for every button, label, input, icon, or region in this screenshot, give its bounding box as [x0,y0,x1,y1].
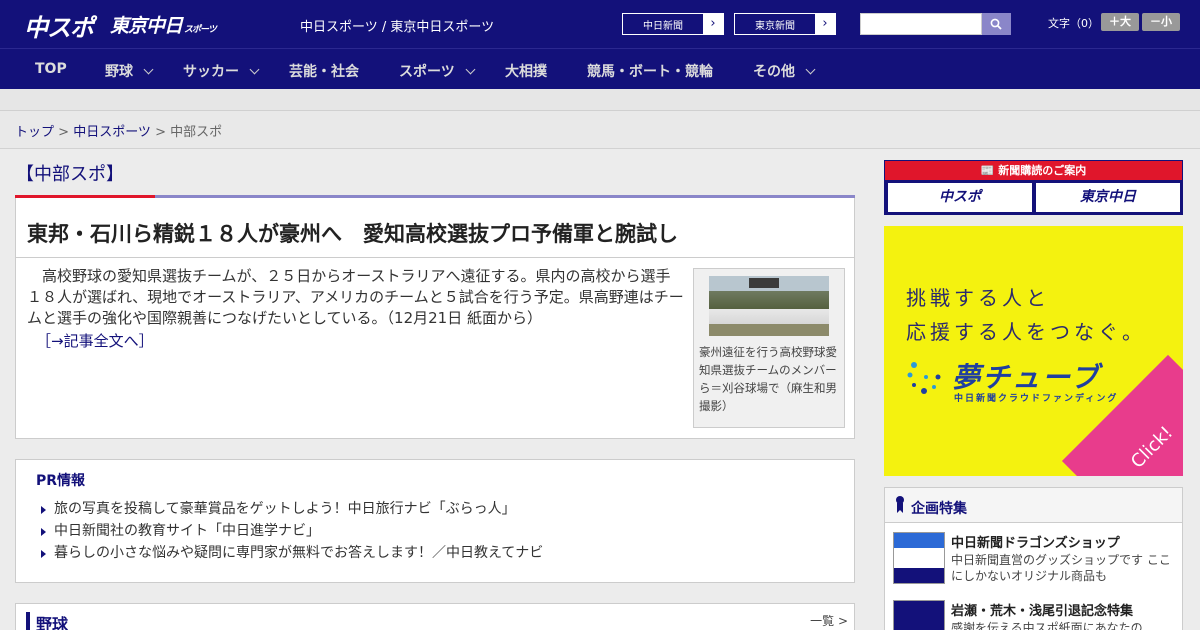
nav-label: 競馬・ボート・競輪 [587,64,713,80]
chevron-down-icon [465,64,476,75]
photo-caption: 豪州遠征を行う高校野球愛知県選抜チームのメンバーら＝刈谷球場で（麻生和男撮影） [699,345,837,413]
tokyo-chunichi-logo[interactable]: 東京中日 スポーツ [110,11,217,38]
newspaper-icon: 📰 [980,164,999,177]
special-features-box: 企画特集 中日新聞ドラゴンズショップ 中日新聞直営のグッズショップです ここにし… [884,487,1183,630]
feature-title: 中日新聞ドラゴンズショップ [951,536,1120,551]
breadcrumb-section[interactable]: 中日スポーツ [73,125,151,140]
nav-label: 野球 [105,64,133,80]
font-larger-button[interactable]: ＋大 [1101,13,1139,31]
article-headline[interactable]: 東邦・石川ら精鋭１８人が豪州へ 愛知高校選抜プロ予備軍と腕試し [27,218,678,248]
nav-item-top[interactable]: TOP [35,61,67,77]
nav-item-sports[interactable]: スポーツ [399,61,476,81]
chunichi-shimbun-button[interactable]: 中日新聞 › [622,13,724,35]
retirement-feature-thumbnail [893,600,945,630]
pr-list: 旅の写真を投稿して豪華賞品をゲットしよう！中日旅行ナビ「ぶらっ人」 中日新聞社の… [40,498,543,564]
search-icon [990,18,1002,30]
nav-label: サッカー [183,64,239,80]
nav-item-baseball[interactable]: 野球 [105,61,154,81]
nav-label: その他 [753,64,795,80]
subscribe-chuspo-button[interactable]: 中スポ [888,183,1032,212]
font-size-label: 文字（0） [1048,17,1099,30]
nav-label: 芸能・社会 [289,64,359,80]
nav-item-racing[interactable]: 競馬・ボート・競輪 [587,61,713,81]
headline-divider [16,257,854,258]
breadcrumb-bar: トップ > 中日スポーツ > 中部スポ [0,111,1200,149]
chevron-right-icon: › [703,14,723,34]
search-input[interactable] [860,13,982,35]
nav-label: TOP [35,61,67,77]
chevron-right-icon: › [815,14,835,34]
pr-title: PR情報 [36,473,86,489]
chuspo-logo[interactable]: 中スポ [24,8,94,43]
breadcrumb-top[interactable]: トップ [15,125,54,140]
article-summary: 高校野球の愛知県選抜チームが、２５日からオーストラリアへ遠征する。県内の高校から… [27,267,684,327]
breadcrumb: トップ > 中日スポーツ > 中部スポ [15,121,222,140]
chevron-down-icon [143,64,154,75]
article-photo-box: 豪州遠征を行う高校野球愛知県選抜チームのメンバーら＝刈谷球場で（麻生和男撮影） [693,268,845,428]
divider-strip [0,89,1200,111]
top-header: 中スポ 東京中日 スポーツ 中日スポーツ / 東京中日スポーツ 中日新聞 › 東京… [0,0,1200,48]
ribbon-icon [896,496,904,513]
baseball-section-label: 野球 [36,615,69,630]
feature-title: 岩瀬・荒木・浅尾引退記念特集 [951,604,1134,619]
pr-info-box: PR情報 旅の写真を投稿して豪華賞品をゲットしよう！中日旅行ナビ「ぶらっ人」 中… [15,459,855,583]
search-button[interactable] [982,13,1011,35]
yume-tube-ad-banner[interactable]: 挑戦する人と 応援する人をつなぐ。 夢チューブ 中日新聞クラウドファンディング … [884,226,1183,476]
site-name-link[interactable]: 中日スポーツ / 東京中日スポーツ [300,16,494,35]
special-features-title: 企画特集 [911,501,967,517]
breadcrumb-current: 中部スポ [170,125,223,140]
special-features-header: 企画特集 [885,488,1182,523]
nav-label: スポーツ [399,64,455,80]
subscription-box: 📰 新聞購読のご案内 中スポ 東京中日 [884,160,1183,215]
nav-item-others[interactable]: その他 [753,61,816,81]
font-smaller-button[interactable]: －小 [1142,13,1180,31]
main-nav: TOP 野球 サッカー 芸能・社会 スポーツ 大相撲 競馬・ボート・競輪 その他 [0,48,1200,89]
pr-item[interactable]: 中日新聞社の教育サイト「中日進学ナビ」 [40,520,543,542]
nav-label: 大相撲 [505,64,547,80]
ad-line2: 応援する人をつなぐ。 [906,320,1146,344]
read-full-article-link[interactable]: ［→記事全文へ］ [36,330,154,351]
dragons-shop-thumbnail [893,532,945,584]
breadcrumb-sep: > [54,125,74,140]
nav-item-soccer[interactable]: サッカー [183,61,260,81]
article-card: 東邦・石川ら精鋭１８人が豪州へ 愛知高校選抜プロ予備軍と腕試し 高校野球の愛知県… [15,198,855,439]
breadcrumb-sep: > [150,125,171,140]
tokyo-logo-small: スポーツ [184,25,217,35]
dots-logo-icon [907,362,941,394]
section-title: 【中部スポ】 [16,164,124,185]
ad-brand: 夢チューブ [952,361,1101,394]
subscription-title-text: 新聞購読のご案内 [998,164,1087,177]
chunichi-shimbun-label: 中日新聞 [643,21,683,32]
subscribe-tokyo-chunichi-button[interactable]: 東京中日 [1036,183,1180,212]
pr-item[interactable]: 暮らしの小さな悩みや疑問に専門家が無料でお答えします！／中日教えてナビ [40,542,543,564]
feature-desc: 中日新聞直営のグッズショップです ここにしかないオリジナル商品も [951,553,1171,583]
nav-item-sumo[interactable]: 大相撲 [505,61,547,81]
tokyo-logo-text: 東京中日 [110,15,183,37]
baseball-section-header: 野球 一覧 > [15,603,855,630]
feature-desc: 感謝を伝える中スポ紙面にあなたの [951,621,1143,630]
baseball-list-link[interactable]: 一覧 > [810,612,848,629]
subscription-title: 📰 新聞購読のご案内 [885,161,1182,180]
tokyo-shimbun-button[interactable]: 東京新聞 › [734,13,836,35]
tokyo-shimbun-label: 東京新聞 [755,21,795,32]
chevron-down-icon [805,64,816,75]
section-marker [26,612,30,630]
ad-line1: 挑戦する人と [906,286,1050,310]
nav-item-entertainment[interactable]: 芸能・社会 [289,61,359,81]
pr-item[interactable]: 旅の写真を投稿して豪華賞品をゲットしよう！中日旅行ナビ「ぶらっ人」 [40,498,543,520]
article-photo[interactable] [709,276,829,336]
chevron-down-icon [249,64,260,75]
ad-subtitle: 中日新聞クラウドファンディング [954,394,1119,404]
